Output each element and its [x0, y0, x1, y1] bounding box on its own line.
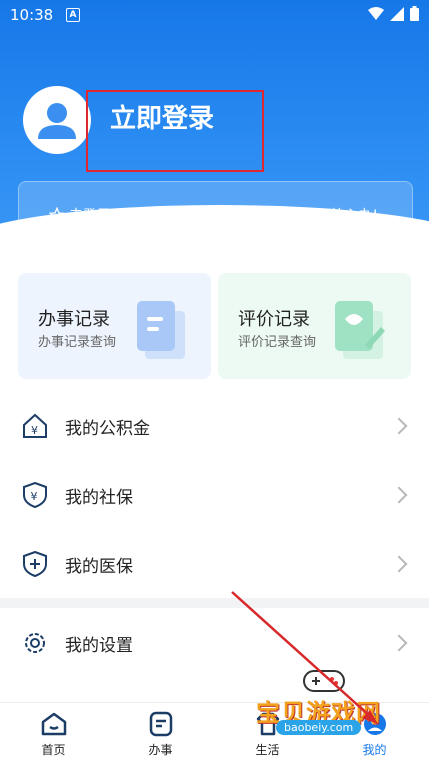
signal-icon — [390, 6, 404, 21]
login-status: 未登录 — [49, 205, 111, 225]
quick-card-affairs-records[interactable]: 办事记录 办事记录查询 — [18, 273, 211, 379]
menu-item-label: 我的公积金 — [65, 418, 150, 439]
menu-item-settings[interactable]: 我的设置 — [0, 613, 429, 673]
menu-item-medical-insurance[interactable]: 我的医保 — [0, 534, 429, 594]
chevron-right-icon — [390, 555, 408, 573]
chevron-right-icon — [390, 417, 408, 435]
menu-item-social-security[interactable]: ¥ 我的社保 — [0, 465, 429, 525]
status-time: 10:38 — [10, 6, 54, 24]
menu-item-label: 我的医保 — [65, 556, 133, 577]
chevron-right-icon — [390, 486, 408, 504]
tab-label: 首页 — [41, 743, 66, 757]
home-icon — [41, 712, 67, 736]
tab-affairs[interactable]: 办事 — [107, 703, 214, 763]
svg-text:¥: ¥ — [31, 490, 38, 503]
settings-gear-icon — [25, 633, 45, 653]
section-divider — [0, 598, 429, 608]
watermark: 宝贝游戏网 baobeiy.com — [250, 665, 400, 735]
quick-card-title: 评价记录 — [238, 309, 310, 330]
tab-home[interactable]: 首页 — [0, 703, 107, 763]
menu-item-housing-fund[interactable]: ¥ 我的公积金 — [0, 396, 429, 456]
user-avatar-icon — [38, 103, 76, 139]
quick-card-evaluation-records[interactable]: 评价记录 评价记录查询 — [218, 273, 411, 379]
evaluation-icon — [335, 301, 385, 359]
status-icons — [368, 6, 419, 21]
login-status-text: 未登录 — [69, 208, 111, 224]
document-icon — [137, 301, 185, 359]
notification-icon: A — [66, 8, 80, 22]
quick-card-subtitle: 评价记录查询 — [238, 335, 317, 350]
star-icon — [49, 207, 65, 223]
battery-icon — [410, 6, 419, 21]
quick-card-subtitle: 办事记录查询 — [38, 335, 117, 350]
menu-item-label: 我的设置 — [65, 635, 133, 656]
quick-card-title: 办事记录 — [38, 309, 110, 330]
gamepad-icon — [303, 670, 345, 692]
affairs-icon — [149, 711, 173, 737]
social-security-icon: ¥ — [23, 482, 47, 508]
login-status-banner: 未登录 铁定办，放心办! — [18, 181, 413, 233]
avatar[interactable] — [23, 86, 91, 154]
tab-label: 我的 — [362, 743, 387, 757]
medical-insurance-icon — [23, 551, 47, 577]
svg-text:¥: ¥ — [31, 424, 38, 437]
tab-label: 生活 — [255, 743, 280, 757]
watermark-url: baobeiy.com — [276, 720, 362, 735]
menu-item-label: 我的社保 — [65, 487, 133, 508]
annotation-highlight-box — [86, 90, 264, 172]
wifi-icon — [368, 6, 384, 20]
status-bar: 10:38 A — [0, 0, 429, 30]
slogan: 铁定办，放心办! — [274, 208, 378, 224]
chevron-right-icon — [390, 634, 408, 652]
tab-label: 办事 — [148, 743, 173, 757]
housing-fund-icon: ¥ — [23, 413, 47, 438]
